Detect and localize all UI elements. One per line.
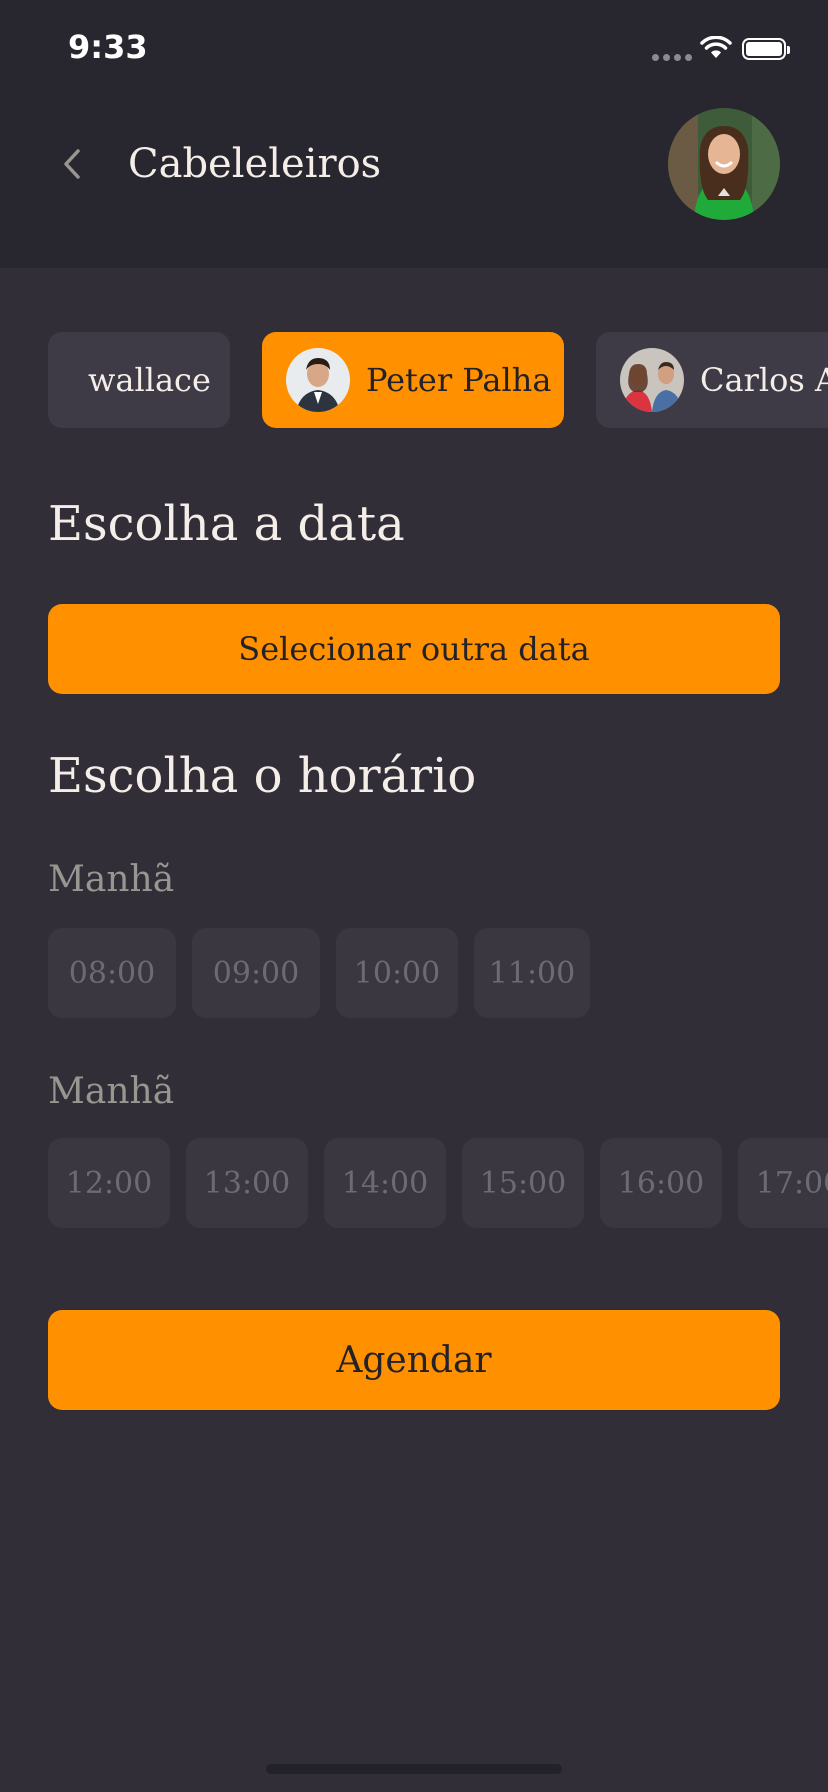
hour-slot[interactable]: 08:00 <box>48 928 176 1018</box>
provider-chip-peter-palha[interactable]: Peter Palha <box>262 332 564 428</box>
provider-avatar <box>620 348 684 412</box>
user-avatar[interactable] <box>668 108 780 220</box>
provider-name: wallace <box>88 361 211 399</box>
provider-chip-carlos[interactable]: Carlos A <box>596 332 828 428</box>
hour-slot[interactable]: 14:00 <box>324 1138 446 1228</box>
hour-slot[interactable]: 10:00 <box>336 928 458 1018</box>
hours-row-morning[interactable]: 08:00 09:00 10:00 11:00 <box>48 928 828 1018</box>
chevron-left-icon <box>64 149 80 179</box>
provider-name: Peter Palha <box>366 361 552 399</box>
wifi-icon <box>700 36 732 58</box>
provider-avatar <box>286 348 350 412</box>
period-label-morning: Manhã <box>48 859 175 900</box>
provider-name: Carlos A <box>700 361 828 399</box>
user-avatar-image <box>668 108 780 220</box>
hour-slot[interactable]: 13:00 <box>186 1138 308 1228</box>
page-title: Cabeleleiros <box>128 141 382 187</box>
period-label-afternoon: Manhã <box>48 1071 175 1112</box>
hour-slot[interactable]: 11:00 <box>474 928 590 1018</box>
cellular-signal-icon <box>652 54 692 61</box>
hour-slot[interactable]: 15:00 <box>462 1138 584 1228</box>
provider-list[interactable]: wallace Peter Palha Carlos A <box>48 332 828 428</box>
time-section-title: Escolha o horário <box>48 748 477 804</box>
select-other-date-button[interactable]: Selecionar outra data <box>48 604 780 694</box>
home-indicator <box>266 1764 562 1774</box>
battery-icon <box>742 38 790 60</box>
date-section-title: Escolha a data <box>48 496 405 552</box>
hour-slot[interactable]: 09:00 <box>192 928 320 1018</box>
hour-slot[interactable]: 17:00 <box>738 1138 828 1228</box>
back-button[interactable] <box>52 136 92 192</box>
schedule-button[interactable]: Agendar <box>48 1310 780 1410</box>
provider-chip-wallace[interactable]: wallace <box>48 332 230 428</box>
hours-row-afternoon[interactable]: 12:00 13:00 14:00 15:00 16:00 17:00 <box>48 1138 828 1228</box>
app-header: 9:33 Cabeleleiros <box>0 0 828 268</box>
hour-slot[interactable]: 12:00 <box>48 1138 170 1228</box>
status-time: 9:33 <box>68 28 148 66</box>
hour-slot[interactable]: 16:00 <box>600 1138 722 1228</box>
